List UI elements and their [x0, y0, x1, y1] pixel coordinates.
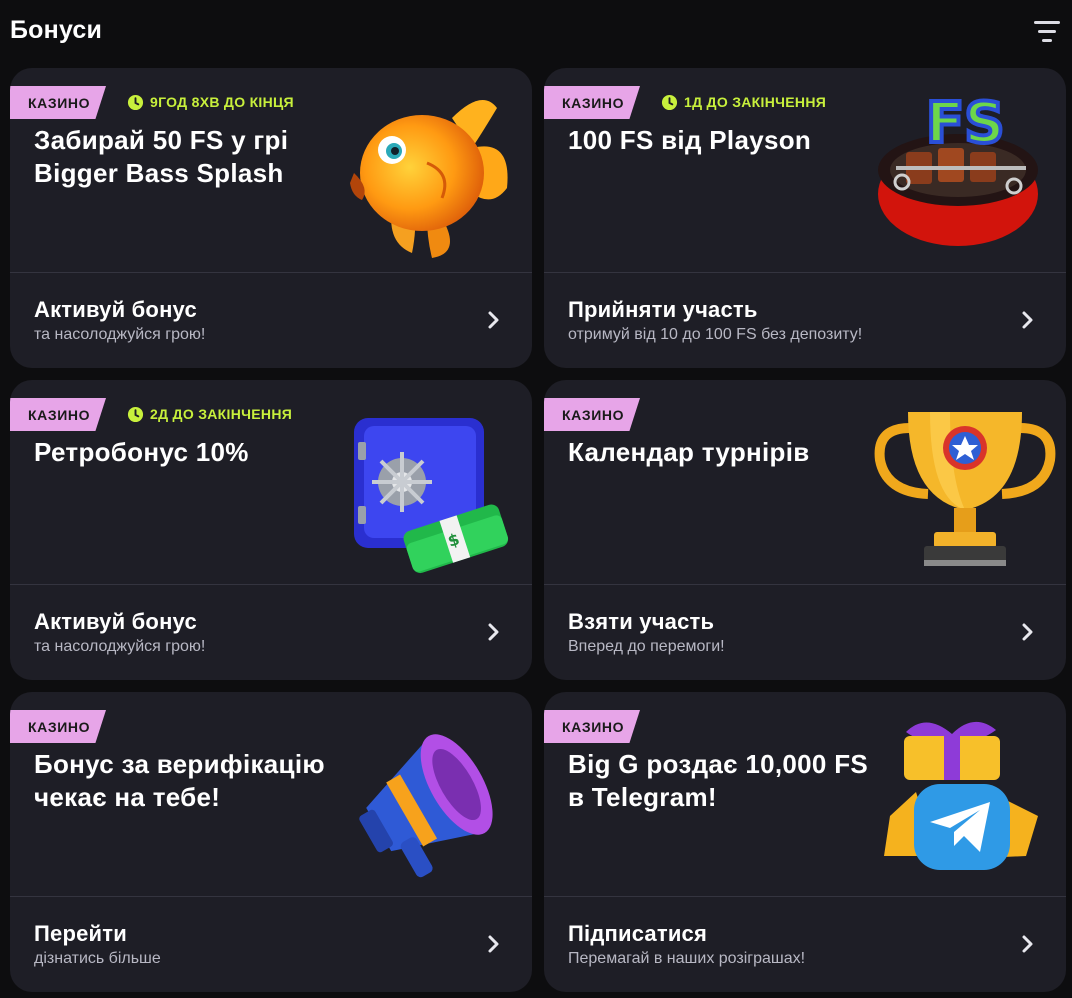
safe-icon: $ [354, 418, 509, 574]
clock-icon [661, 94, 678, 110]
filter-button[interactable] [1030, 16, 1064, 48]
svg-text:FS: FS [926, 91, 1005, 156]
bonus-card: КАЗИНО 2Д ДО ЗАКІНЧЕННЯ Ретробонус 10% $ [10, 380, 532, 680]
timer-text: 9ГОД 8ХВ ДО КІНЦЯ [150, 94, 294, 110]
action-subtitle: та насолоджуйся грою! [34, 326, 206, 343]
chevron-right-icon [1022, 935, 1033, 953]
bonus-card-header: КАЗИНО Календар турнірів [544, 380, 1066, 584]
chevron-right-icon [488, 623, 499, 641]
bonus-card: КАЗИНО Календар турнірів Взяти участь Вп… [544, 380, 1066, 680]
category-badge: КАЗИНО [10, 710, 106, 743]
bonus-card-header: КАЗИНО 2Д ДО ЗАКІНЧЕННЯ Ретробонус 10% $ [10, 380, 532, 584]
chevron-right-icon [1022, 311, 1033, 329]
bonus-title: 100 FS від Playson [568, 125, 812, 155]
bonus-title: Бонус за верифікацію чекає на тебе! [34, 749, 325, 812]
telegram-gift-icon [884, 721, 1038, 870]
bonus-card-header: КАЗИНО 9ГОД 8ХВ ДО КІНЦЯ Забирай 50 FS у… [10, 68, 532, 272]
bonus-card: КАЗИНО 1Д ДО ЗАКІНЧЕННЯ 100 FS від Plays… [544, 68, 1066, 368]
bonus-card-header: КАЗИНО 1Д ДО ЗАКІНЧЕННЯ 100 FS від Plays… [544, 68, 1066, 272]
action-label: Активуй бонус [34, 609, 197, 634]
action-subtitle: дізнатись більше [34, 950, 161, 967]
bonus-title: Big G роздає 10,000 FS в Telegram! [568, 749, 869, 812]
category-badge: КАЗИНО [544, 398, 640, 431]
action-label: Підписатися [568, 921, 708, 946]
bonus-action-button[interactable]: Підписатися Перемагай в наших розіграшах… [544, 897, 1066, 992]
countdown-timer: 1Д ДО ЗАКІНЧЕННЯ [661, 93, 826, 111]
chevron-right-icon [488, 935, 499, 953]
action-subtitle: та насолоджуйся грою! [34, 638, 206, 655]
page-header: Бонуси [0, 0, 1072, 64]
bonus-title: Календар турнірів [568, 437, 810, 467]
action-subtitle: Вперед до перемоги! [568, 638, 725, 655]
action-label: Прийняти участь [568, 297, 758, 322]
action-label: Взяти участь [568, 609, 715, 634]
bonus-card: КАЗИНО Бонус за верифікацію чекає на теб… [10, 692, 532, 992]
bonus-action-button[interactable]: Активуй бонус та насолоджуйся грою! [10, 273, 532, 368]
countdown-timer: 2Д ДО ЗАКІНЧЕННЯ [127, 405, 292, 423]
bonus-card-header: КАЗИНО Бонус за верифікацію чекає на теб… [10, 692, 532, 896]
category-badge: КАЗИНО [10, 398, 106, 431]
bonus-card: КАЗИНО Big G роздає 10,000 FS в Telegram… [544, 692, 1066, 992]
bonus-action-button[interactable]: Активуй бонус та насолоджуйся грою! [10, 585, 532, 680]
timer-text: 2Д ДО ЗАКІНЧЕННЯ [150, 406, 293, 422]
category-badge: КАЗИНО [544, 86, 640, 119]
action-subtitle: отримуй від 10 до 100 FS без депозиту! [568, 326, 863, 343]
bonus-action-button[interactable]: Прийняти участь отримуй від 10 до 100 FS… [544, 273, 1066, 368]
page-title: Бонуси [10, 16, 103, 44]
category-badge: КАЗИНО [544, 710, 640, 743]
action-label: Перейти [34, 921, 127, 946]
fish-icon [350, 100, 508, 258]
filter-icon [1034, 21, 1060, 42]
clock-icon [127, 406, 144, 422]
bonus-card-header: КАЗИНО Big G роздає 10,000 FS в Telegram… [544, 692, 1066, 896]
action-label: Активуй бонус [34, 297, 197, 322]
countdown-timer: 9ГОД 8ХВ ДО КІНЦЯ [127, 93, 294, 111]
megaphone-icon [359, 734, 493, 878]
trophy-icon [874, 412, 1056, 566]
chevron-right-icon [1022, 623, 1033, 641]
chevron-right-icon [488, 311, 499, 329]
bonus-action-button[interactable]: Перейти дізнатись більше [10, 897, 532, 992]
bonus-title: Забирай 50 FS у грі Bigger Bass Splash [34, 125, 289, 188]
clock-icon [127, 94, 144, 110]
bonus-action-button[interactable]: Взяти участь Вперед до перемоги! [544, 585, 1066, 680]
category-badge: КАЗИНО [10, 86, 106, 119]
action-subtitle: Перемагай в наших розіграшах! [568, 950, 806, 967]
bonus-card: КАЗИНО 9ГОД 8ХВ ДО КІНЦЯ Забирай 50 FS у… [10, 68, 532, 368]
timer-text: 1Д ДО ЗАКІНЧЕННЯ [684, 94, 827, 110]
fs-grill-icon: FS [878, 89, 1038, 246]
bonus-title: Ретробонус 10% [34, 437, 249, 467]
